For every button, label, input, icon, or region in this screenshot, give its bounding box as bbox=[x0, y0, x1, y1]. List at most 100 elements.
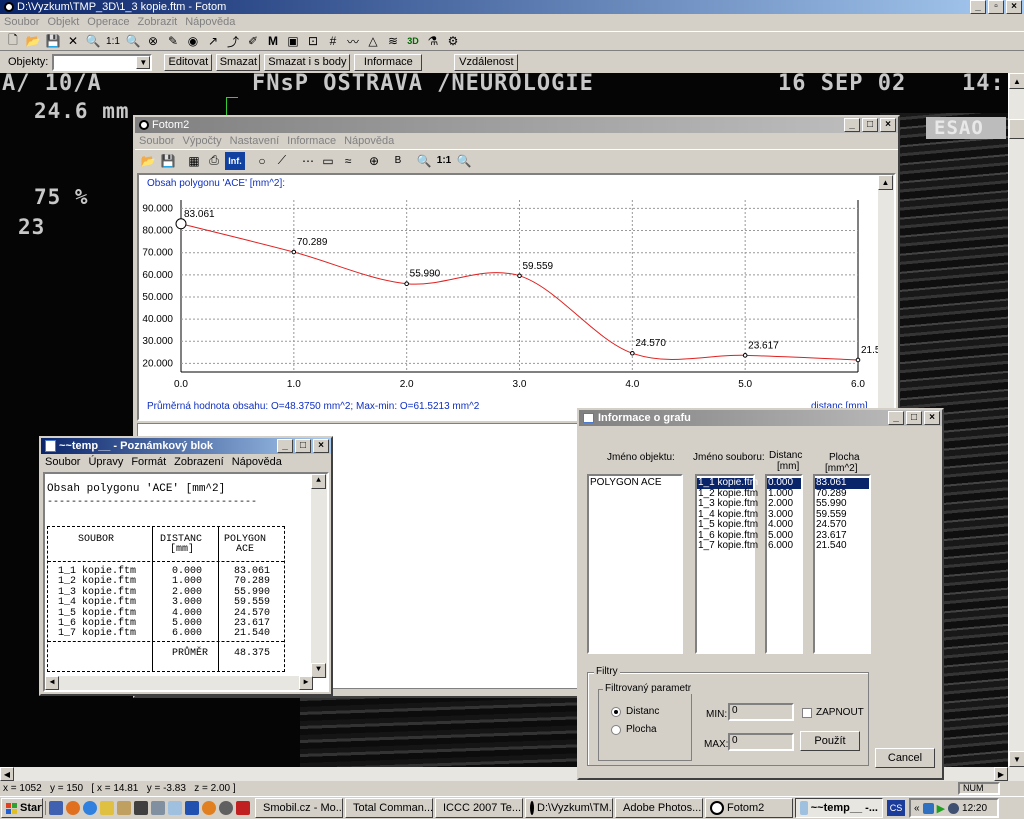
objects-select[interactable]: ▼ bbox=[52, 53, 153, 71]
fotom2-maximize-button[interactable]: □ bbox=[862, 118, 878, 132]
notepad-quick-icon[interactable] bbox=[168, 801, 182, 815]
save-icon[interactable]: 💾 bbox=[159, 152, 177, 170]
fotom2-menu-soubor[interactable]: Soubor bbox=[139, 135, 174, 147]
network-icon[interactable] bbox=[922, 802, 934, 814]
distance-list-item[interactable]: 4.000 bbox=[767, 519, 801, 531]
legend-icon[interactable]: ▭ bbox=[319, 152, 337, 170]
radio-checked-icon[interactable] bbox=[611, 706, 621, 717]
text-icon[interactable]: B bbox=[389, 152, 407, 170]
area-list-item[interactable]: 55.990 bbox=[815, 498, 869, 510]
dialog-maximize-button[interactable]: □ bbox=[906, 411, 922, 425]
task-total-commander[interactable]: Total Comman... bbox=[345, 798, 433, 818]
apply-button[interactable]: Použít bbox=[800, 731, 860, 751]
crop-icon[interactable]: ⊡ bbox=[304, 32, 322, 50]
fotom2-close-button[interactable]: × bbox=[880, 118, 896, 132]
ruler-icon[interactable]: ⟋ bbox=[273, 152, 291, 170]
fotom2-menu-informace[interactable]: Informace bbox=[287, 135, 336, 147]
measure-tool-icon[interactable]: ⤴ bbox=[224, 32, 242, 50]
task-fotom2[interactable]: Fotom2 bbox=[705, 798, 793, 818]
file-list-item[interactable]: 1_7 kopie.ftm bbox=[697, 540, 758, 552]
area-list[interactable]: 83.061 70.289 55.990 59.559 24.570 23.617 21.5… bbox=[813, 474, 871, 654]
area-list-item[interactable]: 83.061 bbox=[815, 477, 869, 489]
notepad-menu-soubor[interactable]: Soubor bbox=[45, 456, 80, 469]
notepad-scroll-left-icon[interactable]: ◀ bbox=[45, 676, 59, 690]
3d-icon[interactable]: 3D bbox=[404, 32, 422, 50]
ie-icon[interactable] bbox=[83, 801, 97, 815]
task-fotom[interactable]: D:\Vyzkum\TM... bbox=[525, 798, 613, 818]
scroll-left-icon[interactable]: ◀ bbox=[0, 767, 14, 781]
notepad-menu-napoveda[interactable]: Nápověda bbox=[232, 456, 282, 469]
fotom2-menu-napoveda[interactable]: Nápověda bbox=[344, 135, 394, 147]
scroll-up-icon[interactable]: ▲ bbox=[1009, 73, 1024, 89]
triangle-icon[interactable]: △ bbox=[364, 32, 382, 50]
notepad-vscroll[interactable]: ▲ ▼ bbox=[311, 474, 327, 678]
marker-m-icon[interactable]: M bbox=[264, 32, 282, 50]
file-list-item[interactable]: 1_5 kopie.ftm bbox=[697, 519, 758, 531]
start-button[interactable]: Start bbox=[1, 798, 43, 818]
distance-list-item[interactable]: 0.000 bbox=[767, 477, 801, 489]
menu-napoveda[interactable]: Nápověda bbox=[185, 16, 235, 28]
task-photoshop[interactable]: Adobe Photos... bbox=[615, 798, 703, 818]
folder-icon[interactable] bbox=[100, 801, 114, 815]
close-button[interactable]: × bbox=[1006, 0, 1022, 14]
distance-list[interactable]: 0.000 1.000 2.000 3.000 4.000 5.000 6.000 bbox=[765, 474, 803, 654]
point-tool-icon[interactable]: ✎ bbox=[164, 32, 182, 50]
lab-icon[interactable]: ⚗ bbox=[424, 32, 442, 50]
open-folder-icon[interactable]: 📂 bbox=[139, 152, 157, 170]
table-icon[interactable]: ▦ bbox=[185, 152, 203, 170]
pdf-icon[interactable] bbox=[236, 801, 250, 815]
show-desktop-icon[interactable] bbox=[49, 801, 63, 815]
cursor-tool-icon[interactable]: ↗ bbox=[204, 32, 222, 50]
scroll-right-icon[interactable]: ▶ bbox=[994, 767, 1008, 781]
circle-tool-icon[interactable]: ⊗ bbox=[144, 32, 162, 50]
robot-icon[interactable]: ⚙ bbox=[444, 32, 462, 50]
notepad-scroll-right-icon[interactable]: ▶ bbox=[299, 676, 313, 690]
fotom2-menu-vypocty[interactable]: Výpočty bbox=[182, 135, 221, 147]
object-list[interactable]: POLYGON ACE bbox=[587, 474, 683, 654]
notepad-scroll-down-icon[interactable]: ▼ bbox=[311, 663, 326, 678]
tray-expand-icon[interactable]: « bbox=[914, 803, 920, 814]
save-icon[interactable]: 💾 bbox=[44, 32, 62, 50]
restore-button[interactable]: ▫ bbox=[988, 0, 1004, 14]
fotom2-menu-nastaveni[interactable]: Nastavení bbox=[230, 135, 280, 147]
word-icon[interactable] bbox=[185, 801, 199, 815]
zoom-in-icon[interactable]: 🔍 bbox=[415, 152, 433, 170]
menu-zobrazit[interactable]: Zobrazit bbox=[137, 16, 177, 28]
film-icon[interactable] bbox=[134, 801, 148, 815]
notepad-menu-format[interactable]: Formát bbox=[131, 456, 166, 469]
print-icon[interactable]: ⎙ bbox=[205, 152, 223, 170]
zoom-in-icon[interactable]: 🔍 bbox=[84, 32, 102, 50]
chart-scroll-up-icon[interactable]: ▲ bbox=[878, 175, 893, 190]
scroll-down-icon[interactable]: ▼ bbox=[1009, 751, 1024, 767]
information-button[interactable]: Informace bbox=[354, 53, 423, 71]
main-vertical-scrollbar[interactable]: ▲ ▼ bbox=[1008, 73, 1024, 767]
graph-icon[interactable]: 〰 bbox=[344, 32, 362, 50]
circle-icon[interactable]: ○ bbox=[253, 152, 271, 170]
firefox-icon[interactable] bbox=[66, 801, 80, 815]
enable-checkbox[interactable]: ZAPNOUT bbox=[802, 707, 864, 718]
dialog-close-button[interactable]: × bbox=[924, 411, 940, 425]
notepad-hscroll[interactable]: ◀ ▶ bbox=[45, 676, 313, 690]
file-list-item[interactable]: 1_1 kopie.ftm bbox=[697, 477, 758, 489]
radio-distanc[interactable]: Distanc bbox=[611, 706, 659, 717]
delete-button[interactable]: Smazat bbox=[216, 53, 261, 71]
camera-icon[interactable] bbox=[219, 801, 233, 815]
radio-plocha[interactable]: Plocha bbox=[611, 724, 657, 735]
area-list-item[interactable]: 24.570 bbox=[815, 519, 869, 531]
image-icon[interactable]: ▣ bbox=[284, 32, 302, 50]
pen-tool-icon[interactable]: ✐ bbox=[244, 32, 262, 50]
object-item[interactable]: POLYGON ACE bbox=[589, 477, 681, 489]
notepad-menu-upravy[interactable]: Úpravy bbox=[88, 456, 123, 469]
chevron-down-icon[interactable]: ▼ bbox=[136, 55, 151, 69]
curve-icon[interactable]: ≈ bbox=[339, 152, 357, 170]
cancel-button[interactable]: Cancel bbox=[875, 748, 935, 768]
file-list-item[interactable]: 1_3 kopie.ftm bbox=[697, 498, 758, 510]
delete-with-points-button[interactable]: Smazat i s body bbox=[264, 53, 351, 71]
task-notepad[interactable]: ~~temp__ -... bbox=[795, 798, 883, 818]
lang-indicator[interactable]: CS bbox=[887, 800, 905, 816]
outlook-icon[interactable] bbox=[117, 801, 131, 815]
distance-list-item[interactable]: 6.000 bbox=[767, 540, 801, 552]
edit-button[interactable]: Editovat bbox=[164, 53, 213, 71]
new-file-icon[interactable]: 🗋 bbox=[4, 32, 22, 50]
play-icon[interactable]: ▶ bbox=[937, 802, 945, 815]
